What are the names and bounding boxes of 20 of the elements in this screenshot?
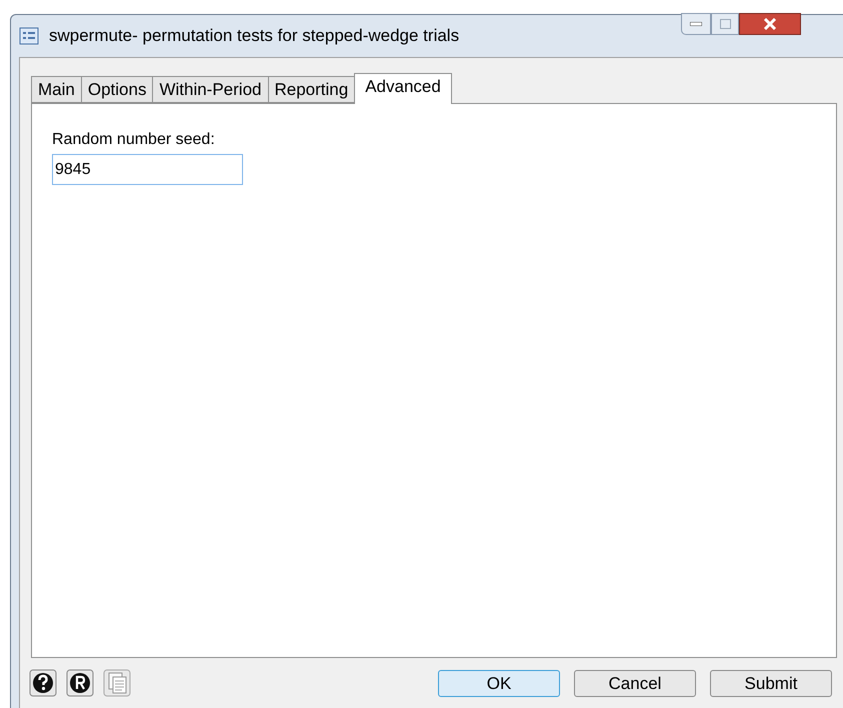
close-button[interactable] [739,13,801,35]
seed-input[interactable]: 9845 [52,154,243,185]
field-label: Random number seed: [52,130,216,150]
dialog-button[interactable]: Submit [710,670,832,696]
minimize-button[interactable] [681,13,711,35]
form-icon [19,27,39,45]
tab[interactable]: Options [80,76,154,103]
minimize-icon [690,22,702,26]
dialog-button[interactable]: OK [438,670,560,696]
dialog-button[interactable]: Cancel [574,670,696,696]
help-icon[interactable] [29,669,57,697]
copy-icon[interactable] [103,669,131,697]
tab[interactable]: Main [31,76,82,103]
window-title: swpermute- permutation tests for stepped-wedge trials [49,25,460,48]
tab[interactable]: Advanced [354,73,452,104]
tab[interactable]: Within-Period [152,76,268,103]
reset-icon[interactable] [66,669,94,697]
tab[interactable]: Reporting [268,76,356,103]
close-icon [763,18,777,30]
maximize-icon [720,19,730,29]
